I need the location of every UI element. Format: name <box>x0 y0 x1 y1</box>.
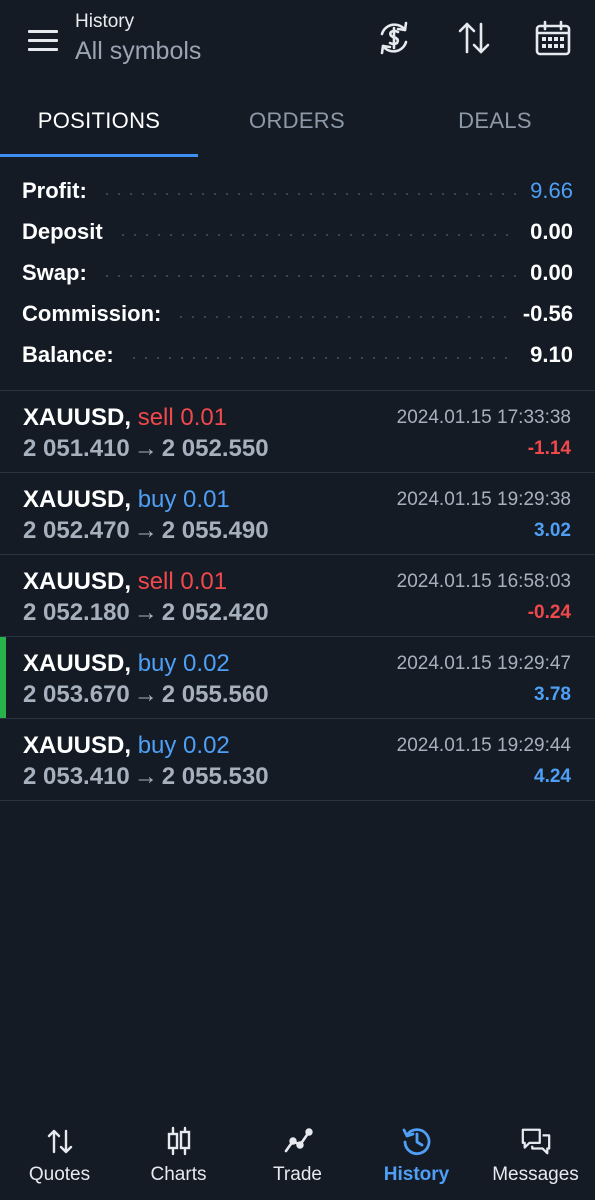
deal-time: 2024.01.15 17:33:38 <box>396 407 571 428</box>
summary-value: 0.00 <box>530 218 573 244</box>
bottom-nav: Quotes Charts Trade History Messages <box>0 1110 595 1200</box>
nav-charts[interactable]: Charts <box>119 1110 238 1200</box>
close-price: 2 055.530 <box>161 763 269 790</box>
list-item[interactable]: XAUUSD, sell 0.01 2 052.180 → 2 052.420 20… <box>0 555 595 637</box>
open-price: 2 052.180 <box>23 599 130 626</box>
positions-list: XAUUSD, sell 0.01 2 051.410 → 2 052.550 20… <box>0 390 595 801</box>
deal-side: buy 0.01 <box>137 486 230 513</box>
list-item[interactable]: XAUUSD, buy 0.02 2 053.410 → 2 055.530 202… <box>0 719 595 801</box>
deal-profit: -1.14 <box>527 438 571 459</box>
deal-side: buy 0.02 <box>137 650 230 677</box>
dotted-leader <box>100 274 517 277</box>
summary-label: Swap: <box>22 259 87 285</box>
deal-side: buy 0.02 <box>137 732 230 759</box>
deal-profit: 3.02 <box>534 520 571 541</box>
arrow-right-icon: → <box>133 517 158 544</box>
close-price: 2 052.550 <box>161 435 269 462</box>
tab-bar: POSITIONS ORDERS DEALS <box>0 95 595 157</box>
summary-row-commission: Commission: -0.56 <box>0 293 595 334</box>
deal-side: sell 0.01 <box>137 404 228 431</box>
deal-side: sell 0.01 <box>137 568 228 595</box>
summary-row-profit: Profit: 9.66 <box>0 170 595 211</box>
nav-label: Trade <box>273 1164 322 1185</box>
candlestick-chart-icon <box>162 1124 196 1158</box>
sort-icon[interactable] <box>452 16 496 60</box>
dotted-leader <box>116 233 517 236</box>
summary-label: Balance: <box>22 341 114 367</box>
open-price: 2 051.410 <box>23 435 130 462</box>
deal-time: 2024.01.15 19:29:38 <box>396 489 571 510</box>
arrow-right-icon: → <box>133 435 158 462</box>
deal-symbol: XAUUSD, <box>23 732 138 759</box>
nav-messages[interactable]: Messages <box>476 1110 595 1200</box>
deal-profit: 3.78 <box>534 684 571 705</box>
summary-row-deposit: Deposit 0.00 <box>0 211 595 252</box>
summary-block: Profit: 9.66 Deposit 0.00 Swap: 0.00 Com… <box>0 170 595 375</box>
deal-profit: -0.24 <box>527 602 571 623</box>
nav-label: Charts <box>150 1164 207 1185</box>
open-price: 2 053.670 <box>23 681 130 708</box>
deal-symbol: XAUUSD, <box>23 404 138 431</box>
open-price: 2 052.470 <box>23 517 130 544</box>
deal-time: 2024.01.15 16:58:03 <box>396 571 571 592</box>
top-bar: History All symbols <box>0 0 595 88</box>
tab-orders[interactable]: ORDERS <box>198 95 396 157</box>
symbol-filter[interactable]: All symbols <box>75 34 201 68</box>
deal-time: 2024.01.15 19:29:47 <box>396 653 571 674</box>
dotted-leader <box>127 356 517 359</box>
summary-value: 9.10 <box>530 341 573 367</box>
summary-label: Profit: <box>22 177 87 203</box>
summary-row-swap: Swap: 0.00 <box>0 252 595 293</box>
nav-trade[interactable]: Trade <box>238 1110 357 1200</box>
dotted-leader <box>175 315 509 318</box>
arrow-right-icon: → <box>133 763 158 790</box>
nav-label: History <box>383 1164 450 1185</box>
summary-value: 0.00 <box>530 259 573 285</box>
nav-quotes[interactable]: Quotes <box>0 1110 119 1200</box>
page-title: History <box>75 11 135 32</box>
menu-icon[interactable] <box>22 22 64 58</box>
close-price: 2 055.490 <box>161 517 269 544</box>
tab-positions[interactable]: POSITIONS <box>0 95 198 157</box>
history-screen: History All symbols POSITIONS ORDERS DEA… <box>0 0 595 1200</box>
deal-profit: 4.24 <box>534 766 571 787</box>
deal-symbol: XAUUSD, <box>23 486 138 513</box>
close-price: 2 055.560 <box>161 681 269 708</box>
arrow-right-icon: → <box>133 599 158 626</box>
tab-deals[interactable]: DEALS <box>396 95 594 157</box>
history-clock-icon <box>400 1124 434 1158</box>
list-item[interactable]: XAUUSD, sell 0.01 2 051.410 → 2 052.550 20… <box>0 391 595 473</box>
nav-label: Quotes <box>28 1164 91 1185</box>
currency-exchange-icon[interactable] <box>372 16 416 60</box>
quotes-icon <box>43 1124 77 1158</box>
list-item[interactable]: XAUUSD, buy 0.02 2 053.670 → 2 055.560 202… <box>0 637 595 719</box>
arrow-right-icon: → <box>133 681 158 708</box>
summary-label: Deposit <box>22 218 103 244</box>
summary-label: Commission: <box>22 300 162 326</box>
open-price: 2 053.410 <box>23 763 130 790</box>
summary-value: -0.56 <box>522 300 573 326</box>
title-block[interactable]: History All symbols <box>75 10 201 68</box>
trade-line-icon <box>281 1124 315 1158</box>
deal-time: 2024.01.15 19:29:44 <box>396 735 571 756</box>
summary-row-balance: Balance: 9.10 <box>0 334 595 375</box>
dotted-leader <box>100 192 517 195</box>
messages-icon <box>519 1124 553 1158</box>
nav-label: Messages <box>492 1164 579 1185</box>
list-item[interactable]: XAUUSD, buy 0.01 2 052.470 → 2 055.490 202… <box>0 473 595 555</box>
nav-history[interactable]: History <box>357 1110 476 1200</box>
deal-symbol: XAUUSD, <box>23 650 138 677</box>
deal-symbol: XAUUSD, <box>23 568 138 595</box>
close-price: 2 052.420 <box>161 599 269 626</box>
summary-value: 9.66 <box>530 177 573 203</box>
calendar-icon[interactable] <box>531 16 575 60</box>
